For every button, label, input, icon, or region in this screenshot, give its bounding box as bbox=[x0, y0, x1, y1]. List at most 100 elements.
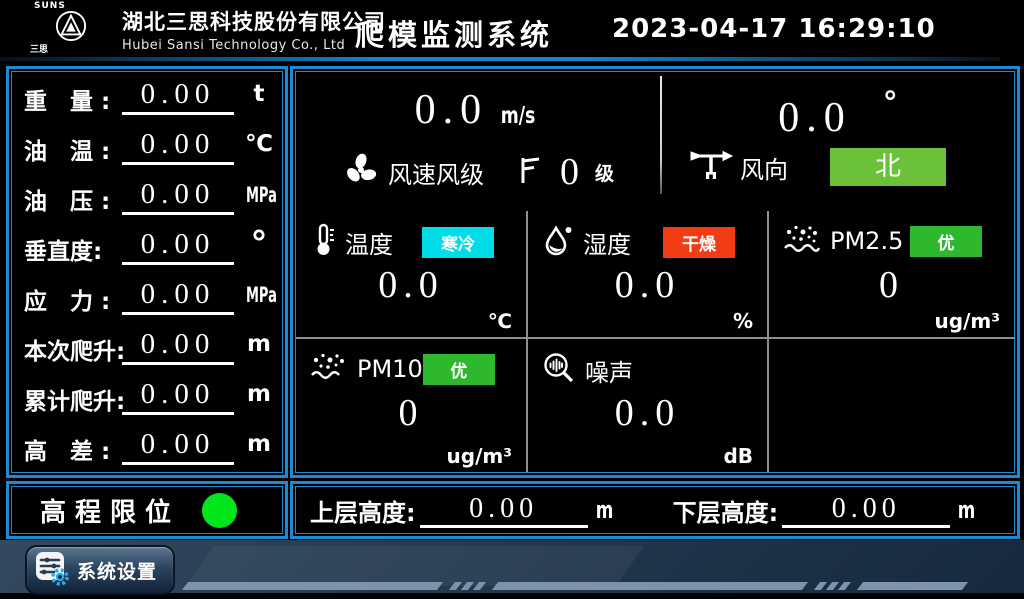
wind-level-value: 0 bbox=[560, 150, 579, 194]
footer-stripe bbox=[492, 582, 808, 590]
company-name: 湖北三思科技股份有限公司 Hubei Sansi Technology Co.,… bbox=[122, 6, 386, 53]
particles-icon bbox=[783, 223, 821, 259]
sensor-value: 0.0 bbox=[528, 391, 767, 435]
sensor-unit: % bbox=[733, 309, 753, 333]
company-logo: SUNS 三思 bbox=[22, 1, 118, 56]
wind-section: 0.0 m/s 风速风级 bbox=[296, 72, 1014, 211]
metric-row-stress: 应 力 : 0.00 MPa bbox=[12, 272, 282, 322]
metric-row-total-climb: 累计爬升: 0.00 m bbox=[12, 372, 282, 422]
metric-row-height-diff: 高 差 : 0.00 m bbox=[12, 422, 282, 472]
elevation-limit-label: 高程限位 bbox=[40, 492, 180, 529]
wind-level-flag-icon bbox=[518, 155, 542, 189]
sensor-unit: ug/m³ bbox=[447, 444, 512, 468]
sensor-value: 0 bbox=[296, 391, 526, 435]
metric-unit: MPa bbox=[246, 283, 272, 307]
droplet-icon bbox=[542, 223, 574, 261]
page-title: 爬模监测系统 bbox=[355, 12, 553, 54]
pm10-status-badge: 优 bbox=[423, 354, 495, 385]
sensor-label: PM10 bbox=[357, 355, 423, 383]
lower-height-value: 0.00 bbox=[782, 491, 950, 528]
company-name-en: Hubei Sansi Technology Co., Ltd bbox=[122, 38, 386, 53]
metric-row-oil-pressure: 油 压 : 0.00 MPa bbox=[12, 172, 282, 222]
wind-direction-badge: 北 bbox=[830, 148, 946, 186]
metric-value: 0.00 bbox=[122, 374, 234, 415]
thermometer-icon bbox=[310, 223, 336, 261]
wind-direction-label: 风向 bbox=[740, 150, 788, 185]
metric-value: 0.00 bbox=[122, 324, 234, 365]
metric-unit: MPa bbox=[246, 183, 272, 207]
temperature-status-badge: 寒冷 bbox=[422, 227, 494, 258]
footer-stripe bbox=[182, 582, 443, 590]
wind-speed-block: 0.0 m/s 风速风级 bbox=[296, 72, 660, 211]
metric-value: 0.00 bbox=[122, 74, 234, 115]
metric-label: 重 量 : bbox=[24, 82, 110, 116]
sensor-unit: dB bbox=[723, 444, 753, 468]
metrics-panel: 重 量 : 0.00 t 油 温 : 0.00 ℃ 油 压 : 0.00 MPa… bbox=[11, 71, 283, 473]
metric-label: 应 力 : bbox=[24, 282, 110, 316]
sensor-cell-temperature: 温度 寒冷 0.0 ℃ bbox=[296, 211, 528, 339]
wind-vane-icon bbox=[688, 148, 734, 186]
wind-direction-unit: ° bbox=[883, 86, 898, 121]
sensor-value: 0.0 bbox=[528, 263, 767, 307]
sensor-label: 湿度 bbox=[583, 225, 631, 260]
sensor-cell-pm25: PM2.5 优 0 ug/m³ bbox=[769, 211, 1014, 339]
fan-icon bbox=[342, 151, 380, 193]
metric-label: 累计爬升: bbox=[24, 382, 125, 416]
metric-row-verticality: 垂直度: 0.00 ° bbox=[12, 222, 282, 272]
elevation-status-indicator bbox=[202, 493, 237, 528]
layer-heights-panel: 上层高度: 0.00 m 下层高度: 0.00 m bbox=[295, 486, 1015, 534]
metric-value: 0.00 bbox=[122, 174, 234, 215]
footer-stripe bbox=[838, 582, 851, 590]
metric-row-oil-temp: 油 温 : 0.00 ℃ bbox=[12, 122, 282, 172]
monitor-screen: SUNS 三思 湖北三思科技股份有限公司 Hubei Sansi Technol… bbox=[0, 0, 1024, 599]
metric-unit: m bbox=[238, 431, 280, 457]
wind-level-unit: 级 bbox=[595, 159, 614, 186]
metric-value: 0.00 bbox=[122, 124, 234, 165]
sensor-value: 0 bbox=[769, 263, 1014, 307]
noise-icon bbox=[542, 351, 576, 389]
lower-height-label: 下层高度: bbox=[673, 493, 779, 528]
particles-icon bbox=[310, 351, 348, 387]
environment-panel: 0.0 m/s 风速风级 bbox=[295, 71, 1015, 473]
system-settings-button[interactable]: 系统设置 bbox=[25, 545, 175, 595]
sensor-unit: ug/m³ bbox=[935, 309, 1000, 333]
lower-height-unit: m bbox=[958, 496, 976, 524]
sensor-grid: 温度 寒冷 0.0 ℃ 湿度 干燥 bbox=[296, 211, 1014, 472]
wind-direction-block: 0.0 ° bbox=[662, 72, 1014, 211]
metric-label: 垂直度: bbox=[24, 232, 102, 266]
settings-button-label: 系统设置 bbox=[77, 557, 157, 584]
metric-unit: ℃ bbox=[238, 131, 280, 157]
upper-height-unit: m bbox=[595, 496, 613, 524]
logo-sansi-text: 三思 bbox=[22, 42, 118, 55]
header-accent-line bbox=[0, 57, 1000, 61]
sensor-cell-empty bbox=[769, 339, 1014, 472]
elevation-limit-panel: 高程限位 bbox=[11, 486, 283, 534]
humidity-status-badge: 干燥 bbox=[663, 227, 735, 258]
footer-stripe bbox=[857, 582, 968, 590]
sensor-cell-humidity: 湿度 干燥 0.0 % bbox=[528, 211, 769, 339]
metric-unit: m bbox=[238, 331, 280, 357]
metric-row-current-climb: 本次爬升: 0.00 m bbox=[12, 322, 282, 372]
sensor-unit: ℃ bbox=[488, 309, 512, 333]
metric-value: 0.00 bbox=[122, 274, 234, 315]
upper-height-value: 0.00 bbox=[420, 491, 588, 528]
upper-height-label: 上层高度: bbox=[310, 493, 416, 528]
metric-unit: ° bbox=[238, 224, 280, 264]
metric-value: 0.00 bbox=[122, 424, 234, 465]
sensor-cell-pm10: PM10 优 0 ug/m³ bbox=[296, 339, 528, 472]
wind-direction-value: 0.0 bbox=[778, 95, 852, 141]
metric-unit: t bbox=[238, 81, 280, 107]
sensor-value: 0.0 bbox=[296, 263, 526, 307]
sensor-label: PM2.5 bbox=[830, 227, 903, 255]
sensor-cell-noise: 噪声 0.0 dB bbox=[528, 339, 769, 472]
metric-label: 高 差 : bbox=[24, 432, 110, 466]
sansi-logo-icon bbox=[52, 11, 88, 42]
metric-label: 油 压 : bbox=[24, 182, 110, 216]
footer-bar: 系统设置 bbox=[0, 540, 1024, 593]
metric-label: 本次爬升: bbox=[24, 332, 125, 366]
metric-label: 油 温 : bbox=[24, 132, 110, 166]
wind-speed-value: 0.0 bbox=[415, 87, 489, 133]
header: SUNS 三思 湖北三思科技股份有限公司 Hubei Sansi Technol… bbox=[0, 0, 1024, 57]
metric-value: 0.00 bbox=[122, 224, 234, 265]
wind-speed-label: 风速风级 bbox=[388, 155, 484, 190]
